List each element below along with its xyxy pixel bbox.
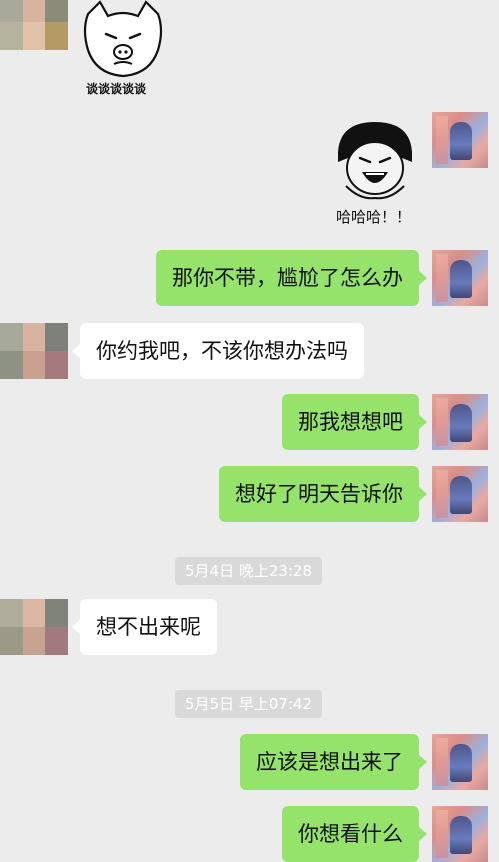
my-avatar[interactable] — [432, 806, 488, 862]
other-avatar[interactable] — [0, 323, 68, 379]
message-bubble-sent[interactable]: 那我想想吧 — [282, 394, 427, 450]
pig-face-icon — [83, 0, 163, 78]
other-avatar[interactable] — [0, 0, 68, 50]
message-bubble-received[interactable]: 想不出来呢 — [72, 599, 217, 655]
message-bubble-sent[interactable]: 想好了明天告诉你 — [219, 466, 427, 522]
message-bubble-received[interactable]: 你约我吧，不该你想办法吗 — [72, 323, 364, 379]
my-avatar[interactable] — [432, 250, 488, 306]
message-bubble-sent[interactable]: 你想看什么 — [282, 806, 427, 862]
message-bubble-sent[interactable]: 应该是想出来了 — [240, 734, 427, 790]
my-avatar[interactable] — [432, 466, 488, 522]
message-timestamp: 5月5日 早上07:42 — [175, 690, 323, 718]
my-avatar[interactable] — [432, 734, 488, 790]
laughing-face-icon — [338, 122, 412, 200]
my-avatar[interactable] — [432, 394, 488, 450]
sticker-caption: 谈谈谈谈谈 — [86, 82, 147, 96]
sticker-caption: 哈哈哈！！ — [336, 208, 412, 226]
other-avatar[interactable] — [0, 599, 68, 655]
message-bubble-sent[interactable]: 那你不带，尴尬了怎么办 — [156, 250, 427, 306]
my-avatar[interactable] — [432, 112, 488, 168]
laughing-face-sticker[interactable]: 哈哈哈！！ — [326, 118, 426, 230]
pig-face-sticker[interactable]: 谈谈谈谈谈 — [78, 0, 168, 100]
message-timestamp: 5月4日 晚上23:28 — [175, 557, 323, 585]
